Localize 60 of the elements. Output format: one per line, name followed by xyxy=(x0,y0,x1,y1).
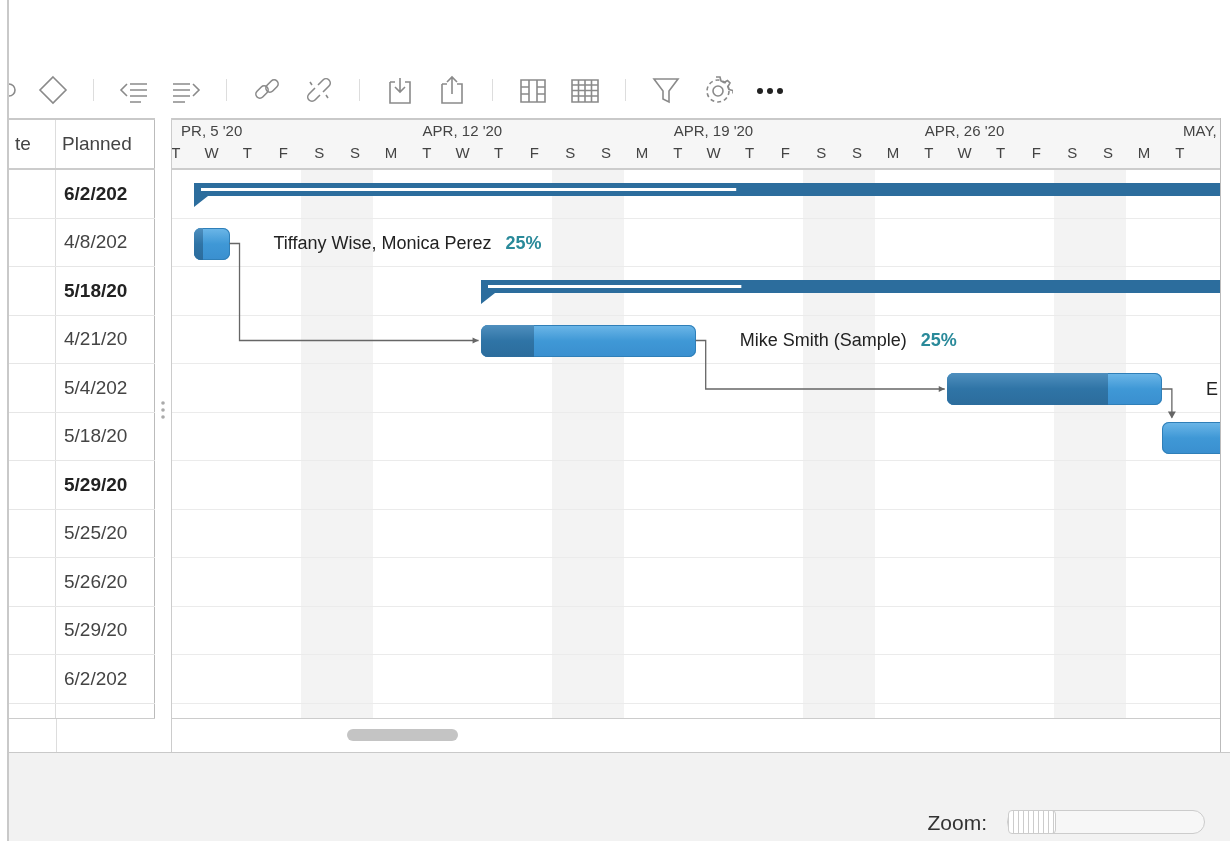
task-bar[interactable] xyxy=(480,324,696,357)
table-cell: 5/18/20 xyxy=(56,267,155,315)
table-cell: 5/18/20 xyxy=(56,412,155,460)
day-label: T xyxy=(994,144,1007,161)
task-bar[interactable] xyxy=(193,227,230,260)
day-label: S xyxy=(815,144,828,161)
day-label: S xyxy=(851,144,864,161)
week-label: APR, 12 '20 xyxy=(422,122,503,139)
day-label: S xyxy=(313,144,326,161)
column-header[interactable]: te xyxy=(9,120,56,168)
day-label: S xyxy=(1066,144,1079,161)
resource-names: E xyxy=(1205,378,1218,400)
day-label: T xyxy=(241,144,254,161)
day-label: W xyxy=(956,144,973,161)
table-cell: 4/21/20 xyxy=(56,315,155,363)
table-cell: 5/4/202 xyxy=(56,364,155,412)
scrollbar-thumb[interactable] xyxy=(347,729,458,741)
day-label: T xyxy=(923,144,935,161)
day-label: F xyxy=(277,144,289,161)
table-cell: 5/29/20 xyxy=(56,461,155,509)
percent-complete: 25% xyxy=(920,330,957,351)
week-label: PR, 5 '20 xyxy=(181,122,243,139)
week-label: APR, 19 '20 xyxy=(673,122,754,139)
day-label: M xyxy=(885,144,901,161)
column-header[interactable]: Planned xyxy=(56,120,155,168)
day-label: M xyxy=(1136,144,1152,161)
day-label: M xyxy=(634,144,650,161)
table-cell: 5/26/20 xyxy=(56,558,155,606)
day-label: T xyxy=(492,144,505,161)
day-label: W xyxy=(203,144,220,161)
day-label: S xyxy=(349,144,362,161)
day-label: W xyxy=(705,144,722,161)
task-bar[interactable] xyxy=(946,373,1162,405)
table-cell: 5/29/20 xyxy=(56,606,155,654)
table-cell: 4/8/202 xyxy=(56,218,155,266)
percent-complete: 25% xyxy=(505,233,542,254)
table-cell: 6/2/202 xyxy=(56,655,155,703)
day-label: F xyxy=(779,144,791,161)
day-label: F xyxy=(1030,144,1042,161)
day-label: S xyxy=(1102,144,1115,161)
week-label: APR, 26 '20 xyxy=(924,122,1005,139)
zoom-label: Zoom: xyxy=(927,810,987,836)
day-label: T xyxy=(743,144,756,161)
day-label: T xyxy=(421,144,433,161)
day-label: F xyxy=(528,144,540,161)
settings-icon[interactable] xyxy=(703,74,733,106)
day-label: W xyxy=(454,144,471,161)
day-label: M xyxy=(383,144,399,161)
splitter-grip-icon[interactable] xyxy=(161,401,165,419)
resource-names: Tiffany Wise, Monica Perez xyxy=(273,233,492,254)
day-label: T xyxy=(1174,144,1186,161)
day-label: T xyxy=(672,144,684,161)
diamond-icon[interactable] xyxy=(38,74,68,106)
table-cell: 6/2/202 xyxy=(56,170,155,218)
day-label: T xyxy=(172,144,182,161)
table-cell: 5/25/20 xyxy=(56,509,155,557)
day-label: S xyxy=(600,144,613,161)
day-label: S xyxy=(564,144,577,161)
week-label: MAY, xyxy=(1183,122,1217,139)
resource-names: Mike Smith (Sample) xyxy=(739,330,907,351)
